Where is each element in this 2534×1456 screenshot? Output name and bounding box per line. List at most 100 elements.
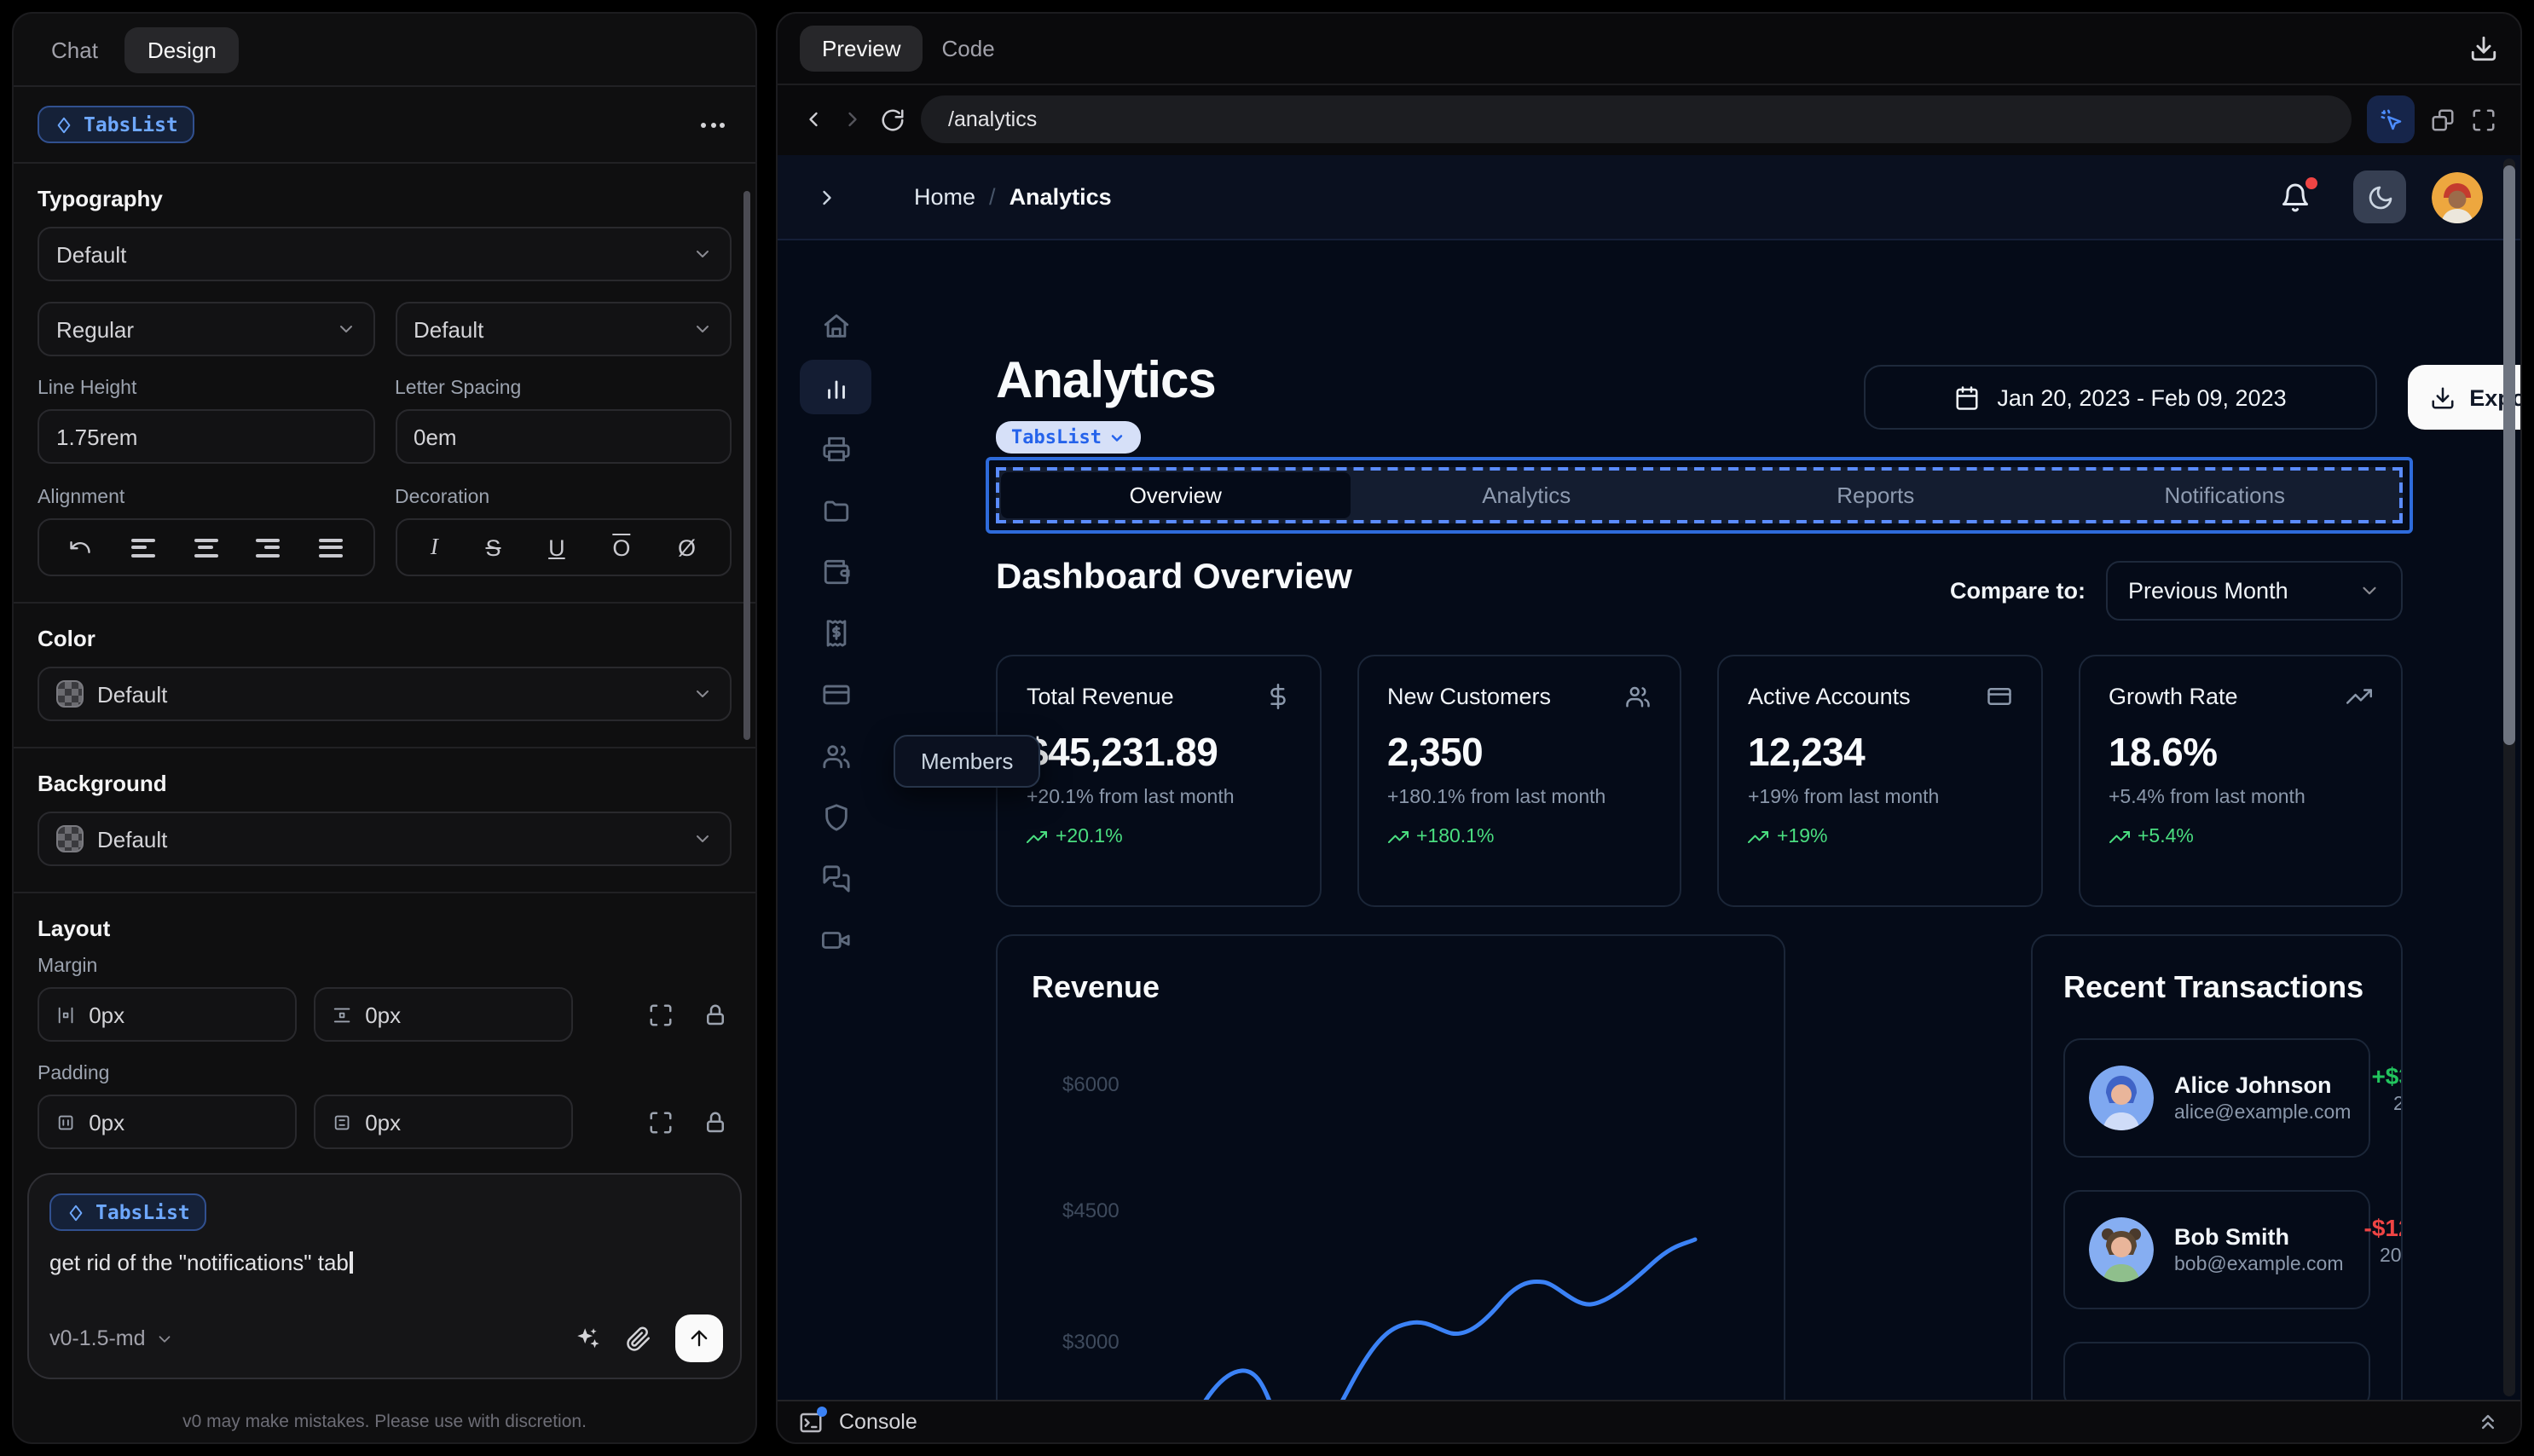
forward-icon[interactable] <box>841 107 865 131</box>
color-select[interactable]: Default <box>38 667 732 721</box>
selected-component-chip[interactable]: TabsList <box>38 106 195 143</box>
chevron-down-icon <box>1108 429 1125 446</box>
tab-analytics[interactable]: Analytics <box>1352 471 1702 520</box>
sidebar-item-analytics[interactable] <box>800 360 871 414</box>
letter-spacing-label: Letter Spacing <box>395 378 522 399</box>
sidebar-item-cards[interactable] <box>807 668 865 719</box>
refresh-icon[interactable] <box>880 107 905 132</box>
sidebar-item-wallet[interactable] <box>807 546 865 597</box>
chevrons-up-icon[interactable] <box>2476 1410 2500 1434</box>
model-select[interactable]: v0-1.5-md <box>49 1326 175 1350</box>
viewport-scrollbar-thumb[interactable] <box>2503 165 2515 745</box>
transaction-row[interactable]: Alice Johnson alice@example.com +$350.00… <box>2063 1038 2401 1158</box>
padding-x-field <box>38 1095 297 1149</box>
sidebar-item-video[interactable] <box>807 914 865 965</box>
expand-icon[interactable] <box>648 1002 674 1027</box>
chat-composer[interactable]: TabsList get rid of the "notifications" … <box>27 1173 742 1379</box>
chevron-down-icon <box>156 1329 175 1348</box>
dashboard-sidebar-rail <box>778 240 894 1400</box>
recent-transactions-card: Recent Transactions Alice Johnson alice@… <box>2031 934 2403 1400</box>
margin-y-input[interactable] <box>365 1002 554 1027</box>
copy-icon[interactable] <box>2430 107 2456 132</box>
padding-y-input[interactable] <box>365 1109 554 1135</box>
more-options-icon[interactable] <box>694 115 732 134</box>
breadcrumb-separator: / <box>989 184 996 210</box>
back-icon[interactable] <box>801 107 825 131</box>
composer-component-chip[interactable]: TabsList <box>49 1193 207 1231</box>
undo-icon[interactable] <box>69 535 93 559</box>
members-tooltip: Members <box>894 735 1041 788</box>
margin-x-input[interactable] <box>89 1002 278 1027</box>
tab-preview[interactable]: Preview <box>800 26 923 72</box>
inspect-cursor-button[interactable] <box>2367 95 2415 143</box>
sidebar-item-print[interactable] <box>807 423 865 474</box>
background-select[interactable]: Default <box>38 812 732 866</box>
lock-icon[interactable] <box>703 1109 728 1135</box>
align-justify-icon[interactable] <box>319 538 344 557</box>
trending-up-icon <box>1387 827 1408 847</box>
date-range-button[interactable]: Jan 20, 2023 - Feb 09, 2023 <box>1864 365 2377 430</box>
breadcrumb-home[interactable]: Home <box>914 184 975 210</box>
sparkles-icon[interactable] <box>573 1324 602 1353</box>
revenue-line-chart <box>1203 1237 1698 1400</box>
divider <box>14 162 755 164</box>
tab-notifications[interactable]: Notifications <box>2051 471 2400 520</box>
expand-icon[interactable] <box>648 1109 674 1135</box>
sidebar-item-files[interactable] <box>807 484 865 535</box>
italic-icon[interactable]: I <box>431 534 438 561</box>
chevron-down-icon <box>335 319 356 339</box>
send-button[interactable] <box>675 1314 723 1362</box>
sidebar-expand-icon[interactable] <box>815 185 839 209</box>
console-bar[interactable]: Console <box>778 1400 2520 1442</box>
tab-design[interactable]: Design <box>124 26 239 72</box>
background-section-label: Background <box>38 771 167 796</box>
sidebar-item-members[interactable] <box>807 730 865 781</box>
tab-chat[interactable]: Chat <box>34 26 115 72</box>
paperclip-icon[interactable] <box>626 1326 651 1351</box>
video-icon <box>821 925 850 954</box>
panel-scrollbar[interactable] <box>743 191 750 740</box>
fullscreen-icon[interactable] <box>2471 107 2496 132</box>
font-family-select[interactable]: Default <box>38 227 732 281</box>
padding-x-input[interactable] <box>89 1109 278 1135</box>
align-right-icon[interactable] <box>256 538 281 557</box>
chevron-down-icon <box>692 244 713 264</box>
revenue-chart-card: Revenue $6000 $4500 $3000 <box>996 934 1785 1400</box>
font-size-select[interactable]: Default <box>395 302 732 356</box>
compare-select[interactable]: Previous Month <box>2106 561 2403 621</box>
align-left-icon[interactable] <box>131 538 156 557</box>
user-avatar[interactable] <box>2432 171 2483 222</box>
composer-message[interactable]: get rid of the "notifications" tab <box>49 1250 720 1275</box>
overline-icon[interactable]: O <box>612 534 630 560</box>
app-preview-viewport: Home / Analytics Members Analytics TabsL… <box>778 155 2520 1400</box>
avatar <box>2089 1066 2154 1130</box>
transaction-row[interactable]: Bob Smith bob@example.com -$120.50 2023-… <box>2063 1190 2401 1309</box>
typography-section-label: Typography <box>38 186 163 211</box>
selected-element-chip[interactable]: TabsList <box>996 421 1141 454</box>
tab-overview[interactable]: Overview <box>1001 472 1351 518</box>
shield-icon <box>821 802 850 831</box>
strikethrough-icon[interactable]: S <box>485 534 500 560</box>
color-section-label: Color <box>38 626 95 651</box>
download-icon[interactable] <box>2469 34 2498 63</box>
align-center-icon[interactable] <box>194 538 218 557</box>
sidebar-item-home[interactable] <box>807 300 865 351</box>
tab-code[interactable]: Code <box>923 26 1014 72</box>
receipt-icon <box>821 618 850 647</box>
letter-spacing-input[interactable] <box>414 424 713 449</box>
line-height-input[interactable] <box>56 424 356 449</box>
users-icon <box>1625 684 1651 709</box>
diamond-icon <box>67 1203 85 1222</box>
underline-icon[interactable]: U <box>548 534 565 560</box>
tab-reports[interactable]: Reports <box>1701 471 2051 520</box>
no-decoration-icon[interactable]: Ø <box>678 534 696 560</box>
transaction-amount: +$350.00 <box>2371 1061 2401 1089</box>
font-weight-select[interactable]: Regular <box>38 302 374 356</box>
transaction-date: 2023-07-20 <box>2371 1094 2401 1135</box>
url-input[interactable] <box>945 106 2328 133</box>
sidebar-item-billing[interactable] <box>807 607 865 658</box>
design-panel: Chat Design TabsList Typography Default … <box>12 12 757 1444</box>
sidebar-item-security[interactable] <box>807 791 865 842</box>
sidebar-item-messages[interactable] <box>807 852 865 904</box>
lock-icon[interactable] <box>703 1002 728 1027</box>
